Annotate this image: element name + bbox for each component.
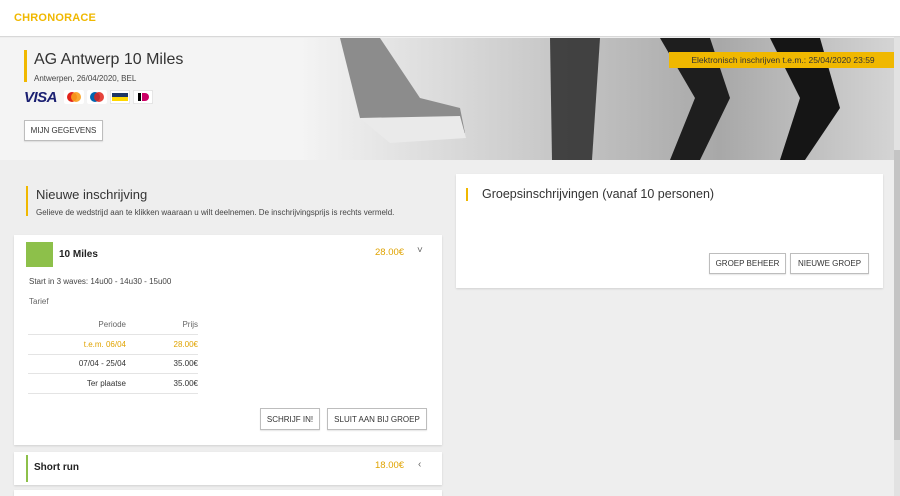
- section-accent-bar: [26, 186, 36, 216]
- race-accent-bar: [26, 455, 28, 482]
- brand-logo[interactable]: CHRONORACE: [14, 12, 96, 24]
- my-data-button[interactable]: MIJN GEGEVENS: [24, 120, 103, 141]
- table-row: 07/04 - 25/04 35.00€: [28, 354, 198, 374]
- race-card-short-run[interactable]: Short run 18.00€ ‹: [14, 452, 442, 485]
- scrollbar-thumb[interactable]: [894, 150, 900, 440]
- event-title: AG Antwerp 10 Miles: [34, 51, 184, 68]
- bancontact-icon: [110, 90, 131, 104]
- event-location-date: Antwerpen, 26/04/2020, BEL: [34, 74, 137, 83]
- race-price: 28.00€: [375, 247, 405, 258]
- visa-icon: VISA: [24, 88, 58, 106]
- period-cell: 07/04 - 25/04: [28, 354, 126, 374]
- mastercard-icon: [87, 90, 108, 104]
- race-card-10-miles[interactable]: 10 Miles 28.00€ ˅ Start in 3 waves: 14u0…: [14, 235, 442, 445]
- price-cell: 35.00€: [126, 354, 198, 374]
- register-button[interactable]: SCHRIJF IN!: [260, 408, 320, 430]
- registration-deadline-banner: Elektronisch inschrijven t.e.m.: 25/04/2…: [669, 52, 897, 68]
- top-bar: CHRONORACE: [0, 0, 900, 37]
- price-cell: 35.00€: [126, 373, 198, 394]
- race-card-partial[interactable]: [14, 490, 442, 496]
- race-price: 18.00€: [375, 460, 405, 471]
- chevron-left-icon[interactable]: ‹: [418, 459, 421, 470]
- event-hero: AG Antwerp 10 Miles Antwerpen, 26/04/202…: [0, 38, 900, 160]
- period-cell: Ter plaatse: [28, 373, 126, 394]
- group-manage-button[interactable]: GROEP BEHEER: [709, 253, 786, 274]
- race-name: Short run: [34, 462, 79, 473]
- new-registration-title: Nieuwe inschrijving: [36, 187, 148, 202]
- group-accent-bar: [466, 188, 468, 201]
- column-header-period: Periode: [28, 315, 126, 335]
- tarief-table: Periode Prijs t.e.m. 06/04 28.00€ 07/04 …: [28, 315, 198, 394]
- table-row: Ter plaatse 35.00€: [28, 373, 198, 394]
- chevron-down-icon[interactable]: ˅: [417, 245, 423, 256]
- new-group-button[interactable]: NIEUWE GROEP: [790, 253, 869, 274]
- race-color-swatch: [26, 242, 53, 267]
- group-registration-title: Groepsinschrijvingen (vanaf 10 personen): [482, 187, 715, 201]
- join-group-button[interactable]: SLUIT AAN BIJ GROEP: [327, 408, 427, 430]
- race-start-info: Start in 3 waves: 14u00 - 14u30 - 15u00: [29, 277, 172, 286]
- payment-methods: VISA: [24, 88, 154, 106]
- tarief-label: Tarief: [29, 297, 49, 306]
- column-header-price: Prijs: [126, 315, 198, 335]
- price-cell: 28.00€: [126, 334, 198, 355]
- maestro-icon: [64, 90, 85, 104]
- ideal-icon: [133, 90, 154, 104]
- new-registration-subtitle: Gelieve de wedstrijd aan te klikken waar…: [36, 208, 395, 217]
- race-name: 10 Miles: [59, 249, 98, 260]
- period-cell: t.e.m. 06/04: [28, 334, 126, 355]
- table-row: t.e.m. 06/04 28.00€: [28, 334, 198, 355]
